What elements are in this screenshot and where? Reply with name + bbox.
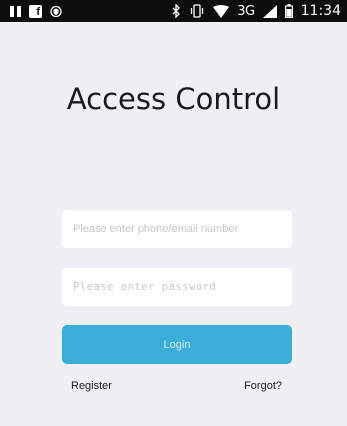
- password-input[interactable]: [62, 268, 292, 306]
- facebook-icon: f: [29, 4, 42, 18]
- page-title: Access Control: [66, 82, 281, 116]
- battery-icon: [284, 4, 293, 18]
- vibrate-icon: [191, 4, 204, 18]
- signal-icon: [262, 4, 277, 18]
- forgot-password-link[interactable]: Forgot?: [244, 380, 282, 392]
- network-type-label: 3G: [237, 3, 255, 19]
- register-link[interactable]: Register: [71, 380, 112, 392]
- shield-icon: [50, 5, 62, 17]
- status-bar: f 3G 11:34: [0, 0, 347, 22]
- pause-icon: [10, 5, 21, 17]
- status-bar-left: f: [10, 4, 62, 18]
- phone-email-input[interactable]: [62, 210, 292, 248]
- bluetooth-icon: [172, 4, 181, 18]
- login-button[interactable]: Login: [62, 325, 292, 364]
- wifi-icon: [213, 4, 230, 18]
- status-bar-right: 3G 11:34: [172, 3, 341, 19]
- clock: 11:34: [300, 3, 341, 19]
